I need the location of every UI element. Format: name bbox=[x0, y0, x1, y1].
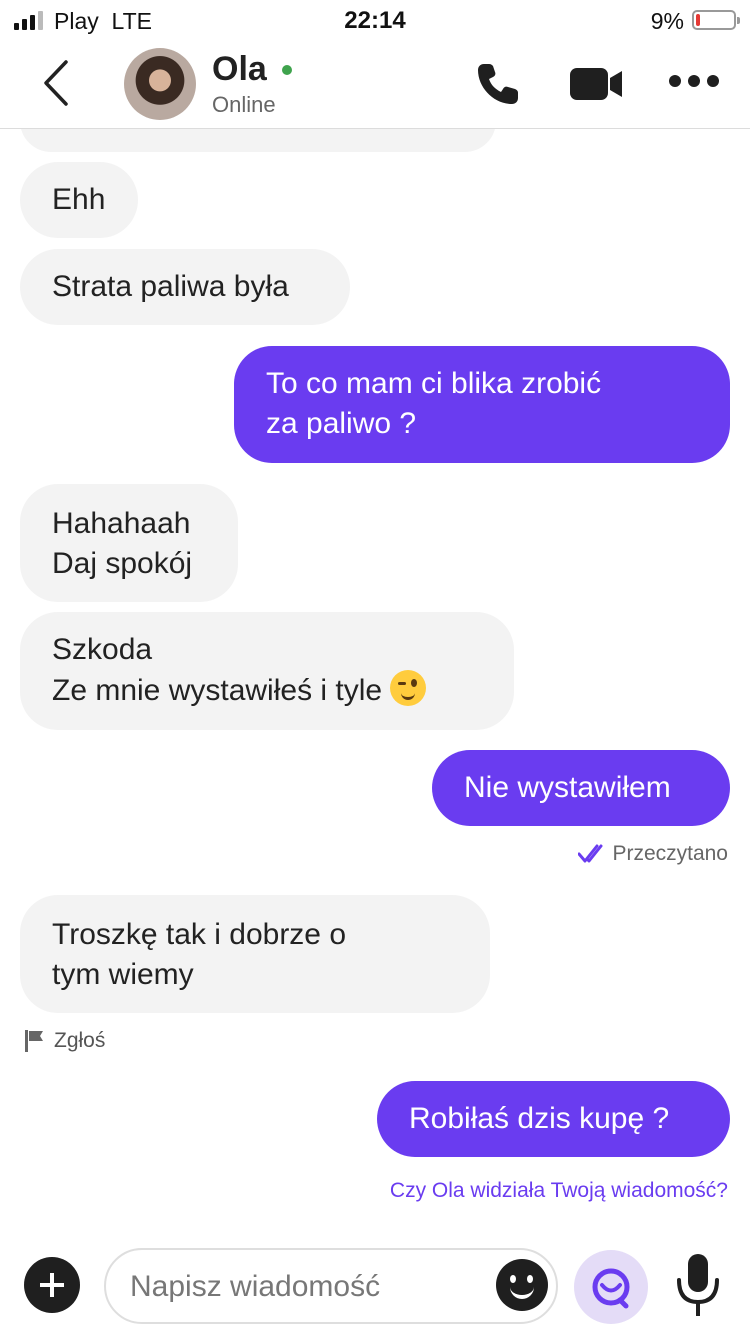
presence-status: Online bbox=[212, 92, 276, 117]
online-indicator bbox=[282, 65, 292, 75]
back-icon[interactable] bbox=[38, 58, 78, 108]
ai-assistant-button[interactable] bbox=[574, 1250, 648, 1324]
message-bubble-incoming[interactable]: Troszkę tak i dobrze o tym wiemy bbox=[20, 895, 490, 1013]
read-receipt: Przeczytano bbox=[578, 842, 728, 866]
status-bar: Play LTE 22:14 9% bbox=[0, 0, 750, 40]
double-check-icon bbox=[578, 844, 603, 863]
report-label: Zgłoś bbox=[54, 1029, 106, 1052]
message-text: Nie wystawiłem bbox=[464, 771, 671, 804]
contact-name[interactable]: Ola bbox=[212, 50, 267, 89]
message-input-container[interactable] bbox=[104, 1248, 558, 1324]
message-text: Hahahaah bbox=[52, 507, 191, 540]
message-bubble-incoming[interactable]: Ehh bbox=[20, 162, 138, 238]
message-bubble-outgoing[interactable]: To co mam ci blika zrobić za paliwo ? bbox=[234, 346, 730, 463]
chat-header: Ola Online bbox=[0, 40, 750, 129]
message-text: Troszkę tak i dobrze o bbox=[52, 918, 347, 951]
message-bubble-incoming[interactable]: Hahahaah Daj spokój bbox=[20, 484, 238, 602]
message-text: tym wiemy bbox=[52, 958, 194, 991]
message-text: Robiłaś dzis kupę ? bbox=[409, 1102, 670, 1135]
message-input[interactable] bbox=[128, 1262, 482, 1312]
avatar[interactable] bbox=[124, 48, 196, 120]
message-bubble-outgoing[interactable]: Nie wystawiłem bbox=[432, 750, 730, 826]
seen-question-link[interactable]: Czy Ola widziała Twoją wiadomość? bbox=[390, 1179, 728, 1203]
clock: 22:14 bbox=[344, 7, 406, 34]
emoji-icon[interactable] bbox=[496, 1259, 548, 1311]
message-bubble-incoming[interactable]: Strata paliwa była bbox=[20, 249, 350, 325]
message-text: Ehh bbox=[52, 183, 106, 216]
plus-icon[interactable] bbox=[24, 1257, 80, 1313]
battery-percent: 9% bbox=[650, 8, 684, 34]
video-icon[interactable] bbox=[570, 66, 622, 102]
report-button[interactable]: Zgłoś bbox=[24, 1029, 105, 1053]
ai-assistant-icon bbox=[592, 1268, 630, 1309]
phone-icon[interactable] bbox=[474, 60, 522, 108]
battery-icon bbox=[692, 10, 740, 30]
message-bubble-incoming[interactable]: Szkoda Ze mnie wystawiłeś i tyle bbox=[20, 612, 514, 730]
message-text: To co mam ci blika zrobić bbox=[266, 367, 602, 400]
wink-emoji-icon bbox=[390, 670, 427, 706]
flag-icon bbox=[25, 1030, 43, 1052]
message-text: Szkoda bbox=[52, 633, 153, 666]
message-text: za paliwo ? bbox=[266, 407, 417, 440]
message-text: Daj spokój bbox=[52, 547, 193, 580]
message-text: Ze mnie wystawiłeś i tyle bbox=[52, 674, 383, 707]
mic-icon[interactable] bbox=[672, 1252, 724, 1320]
read-receipt-label: Przeczytano bbox=[612, 842, 728, 865]
more-icon[interactable] bbox=[668, 74, 720, 88]
message-text: Strata paliwa była bbox=[52, 270, 289, 303]
message-bubble-outgoing[interactable]: Robiłaś dzis kupę ? bbox=[377, 1081, 730, 1157]
